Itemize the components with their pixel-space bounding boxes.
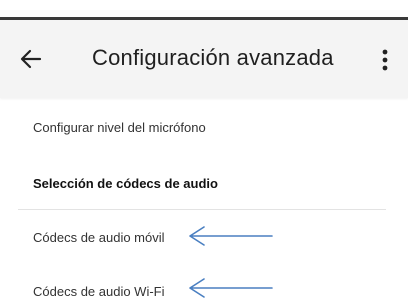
annotation-arrow-icon [189,226,273,246]
arrow-left-icon[interactable] [18,46,44,72]
codec-section-header: Selección de códecs de audio [33,176,218,191]
more-vert-icon[interactable] [378,48,392,72]
status-bar-strip [0,0,408,20]
app-bar: Configuración avanzada [0,20,408,98]
page-title: Configuración avanzada [92,45,334,70]
mic-level-setting[interactable]: Configurar nivel del micrófono [0,120,408,135]
annotation-arrow-icon [189,278,273,298]
section-divider [18,209,386,210]
